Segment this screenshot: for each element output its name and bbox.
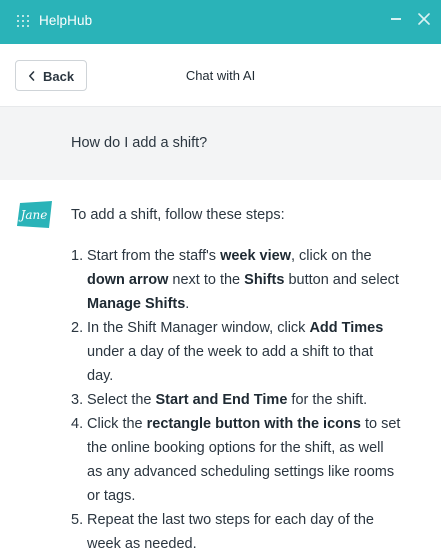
ai-message: Jane To add a shift, follow these steps:…: [0, 180, 441, 553]
step-text: .: [185, 296, 190, 312]
step-text: or tags.: [87, 488, 136, 504]
minimize-button[interactable]: [385, 8, 407, 30]
app-grid-icon: [17, 15, 29, 27]
step-text: Click the: [87, 416, 147, 432]
step-emphasis: down arrow: [87, 272, 169, 288]
step-item: 1. Start from the staff's week view, clic…: [71, 244, 431, 316]
step-emphasis: Start and End Time: [155, 392, 288, 408]
user-message: How do I add a shift?: [0, 107, 441, 180]
close-button[interactable]: [413, 8, 435, 30]
step-text: , click on the: [291, 248, 372, 264]
step-text: week as needed.: [87, 536, 197, 552]
step-number: 4.: [71, 416, 84, 432]
step-text: the online booking options for the shift…: [87, 440, 384, 456]
step-text: for the shift.: [287, 392, 368, 408]
step-text: In the Shift Manager window, click: [87, 320, 310, 336]
step-emphasis: Add Times: [309, 320, 384, 336]
title-bar: HelpHub: [0, 0, 441, 44]
step-item: 5. Repeat the last two steps for each day…: [71, 508, 431, 553]
step-text: under a day of the week to add a shift t…: [87, 344, 374, 360]
chat-title: Chat with AI: [185, 68, 256, 83]
ai-message-intro: To add a shift, follow these steps:: [71, 207, 285, 223]
step-number: 1.: [71, 248, 84, 264]
step-text: Select the: [87, 392, 156, 408]
chat-header: Back Chat with AI: [0, 44, 441, 106]
step-text: Start from the staff's: [87, 248, 221, 264]
step-number: 3.: [71, 392, 84, 408]
close-icon: [418, 13, 430, 25]
step-item: 3. Select the Start and End Time for the …: [71, 388, 431, 412]
app-title: HelpHub: [39, 13, 93, 28]
step-number: 2.: [71, 320, 84, 336]
step-item: 4. Click the rectangle button with the ic…: [71, 412, 431, 508]
user-message-text: How do I add a shift?: [71, 135, 208, 151]
step-text: Repeat the last two steps for each day o…: [87, 512, 374, 528]
step-text: as any advanced scheduling settings like…: [87, 464, 395, 480]
step-item: 2. In the Shift Manager window, click Add…: [71, 316, 431, 388]
steps-list: 1. Start from the staff's week view, clic…: [71, 244, 431, 553]
jane-logo-avatar: Jane: [17, 201, 52, 228]
step-emphasis: week view: [220, 248, 291, 264]
step-number: 5.: [71, 512, 84, 528]
step-emphasis: rectangle button with the icons: [146, 416, 361, 432]
step-text: day.: [87, 368, 114, 384]
step-emphasis: Manage Shifts: [87, 296, 186, 312]
svg-text:Jane: Jane: [18, 208, 48, 222]
step-emphasis: Shifts: [244, 272, 285, 288]
step-text: next to the: [168, 272, 245, 288]
step-text: to set: [360, 416, 401, 432]
step-text: button and select: [284, 272, 399, 288]
